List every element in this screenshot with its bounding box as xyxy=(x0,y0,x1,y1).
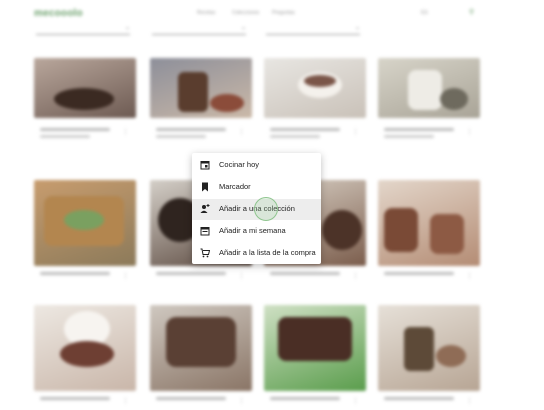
recipe-title xyxy=(384,128,454,131)
recipe-title xyxy=(156,272,226,275)
recipe-card[interactable]: ⋮ xyxy=(378,180,480,284)
recipe-image xyxy=(378,305,480,391)
recipe-subtitle xyxy=(270,135,320,138)
recipe-image xyxy=(378,58,480,118)
menu-item-cocinar-hoy[interactable]: Cocinar hoy xyxy=(192,155,321,176)
recipe-image xyxy=(34,58,136,118)
recipe-card[interactable]: ⋮ xyxy=(34,58,136,162)
top-navigation-bar: mecooolo Recetas Colecciones Preguntas E… xyxy=(0,0,544,26)
recipe-subtitle xyxy=(40,135,90,138)
more-options-icon[interactable]: ⋮ xyxy=(352,397,359,405)
calendar-week-icon xyxy=(200,227,210,236)
recipe-image xyxy=(150,58,252,118)
more-options-icon[interactable]: ⋮ xyxy=(352,128,359,136)
menu-item-anadir-lista-compra[interactable]: Añadir a la lista de la compra xyxy=(192,243,321,264)
recipe-image xyxy=(34,180,136,266)
recipe-image xyxy=(34,305,136,391)
recipe-card[interactable]: ⋮ xyxy=(264,58,366,162)
recipe-card[interactable]: ⋮ xyxy=(34,305,136,409)
more-options-icon[interactable]: ⋮ xyxy=(238,128,245,136)
recipe-title xyxy=(270,272,340,275)
more-options-icon[interactable]: ⋮ xyxy=(122,397,129,405)
recipe-card[interactable]: ⋮ xyxy=(150,58,252,162)
recipe-title xyxy=(40,397,110,400)
more-options-icon[interactable]: ⋮ xyxy=(238,397,245,405)
recipe-subtitle xyxy=(156,135,206,138)
menu-item-label: Añadir a mi semana xyxy=(219,226,286,235)
nav-preguntas[interactable]: Preguntas xyxy=(272,10,295,16)
add-collection-icon xyxy=(200,204,210,213)
recipe-image xyxy=(264,58,366,118)
menu-item-label: Cocinar hoy xyxy=(219,160,260,169)
menu-item-marcador[interactable]: Marcador xyxy=(192,177,321,198)
recipe-title xyxy=(40,272,110,275)
more-options-icon[interactable]: ⋮ xyxy=(466,272,473,280)
chevron-down-icon: ⌄ xyxy=(354,25,360,31)
recipe-title xyxy=(270,128,340,131)
recipe-card[interactable]: ⋮ xyxy=(378,305,480,409)
recipe-title xyxy=(156,397,226,400)
more-options-icon[interactable]: ⋮ xyxy=(466,397,473,405)
recipe-subtitle xyxy=(384,135,434,138)
filter-dropdown-1[interactable]: ⌄ xyxy=(36,25,130,35)
menu-item-anadir-semana[interactable]: Añadir a mi semana xyxy=(192,221,321,242)
language-selector[interactable]: ES xyxy=(421,10,428,16)
more-options-icon[interactable]: ⋮ xyxy=(466,128,473,136)
recipe-title xyxy=(156,128,226,131)
recipe-card[interactable]: ⋮ xyxy=(378,58,480,162)
calendar-today-icon xyxy=(200,161,210,170)
recipe-card[interactable]: ⋮ xyxy=(264,305,366,409)
more-options-icon[interactable]: ⋮ xyxy=(122,128,129,136)
recipe-card[interactable]: ⋮ xyxy=(150,305,252,409)
nav-recetas[interactable]: Recetas xyxy=(197,10,215,16)
more-options-icon[interactable]: ⋮ xyxy=(122,272,129,280)
menu-item-label: Marcador xyxy=(219,182,251,191)
chevron-down-icon: ⌄ xyxy=(240,25,246,31)
recipe-title xyxy=(270,397,340,400)
more-options-icon[interactable]: ⋮ xyxy=(238,272,245,280)
recipe-image xyxy=(378,180,480,266)
recipe-image xyxy=(264,305,366,391)
filter-dropdown-2[interactable]: ⌄ xyxy=(152,25,246,35)
bookmark-icon xyxy=(202,182,208,192)
chevron-down-icon: ⌄ xyxy=(124,25,130,31)
filter-dropdown-3[interactable]: ⌄ xyxy=(266,25,360,35)
recipe-title xyxy=(40,128,110,131)
menu-item-label: Añadir a la lista de la compra xyxy=(219,248,316,257)
more-options-icon[interactable]: ⋮ xyxy=(352,272,359,280)
recipe-title xyxy=(384,272,454,275)
recipe-image xyxy=(150,305,252,391)
site-logo[interactable]: mecooolo xyxy=(34,8,83,19)
click-ripple-indicator xyxy=(254,197,278,221)
nav-colecciones[interactable]: Colecciones xyxy=(232,10,259,16)
search-icon[interactable]: ⚲ xyxy=(469,8,474,16)
add-cart-icon xyxy=(200,248,210,258)
recipe-title xyxy=(384,397,454,400)
recipe-card[interactable]: ⋮ xyxy=(34,180,136,284)
